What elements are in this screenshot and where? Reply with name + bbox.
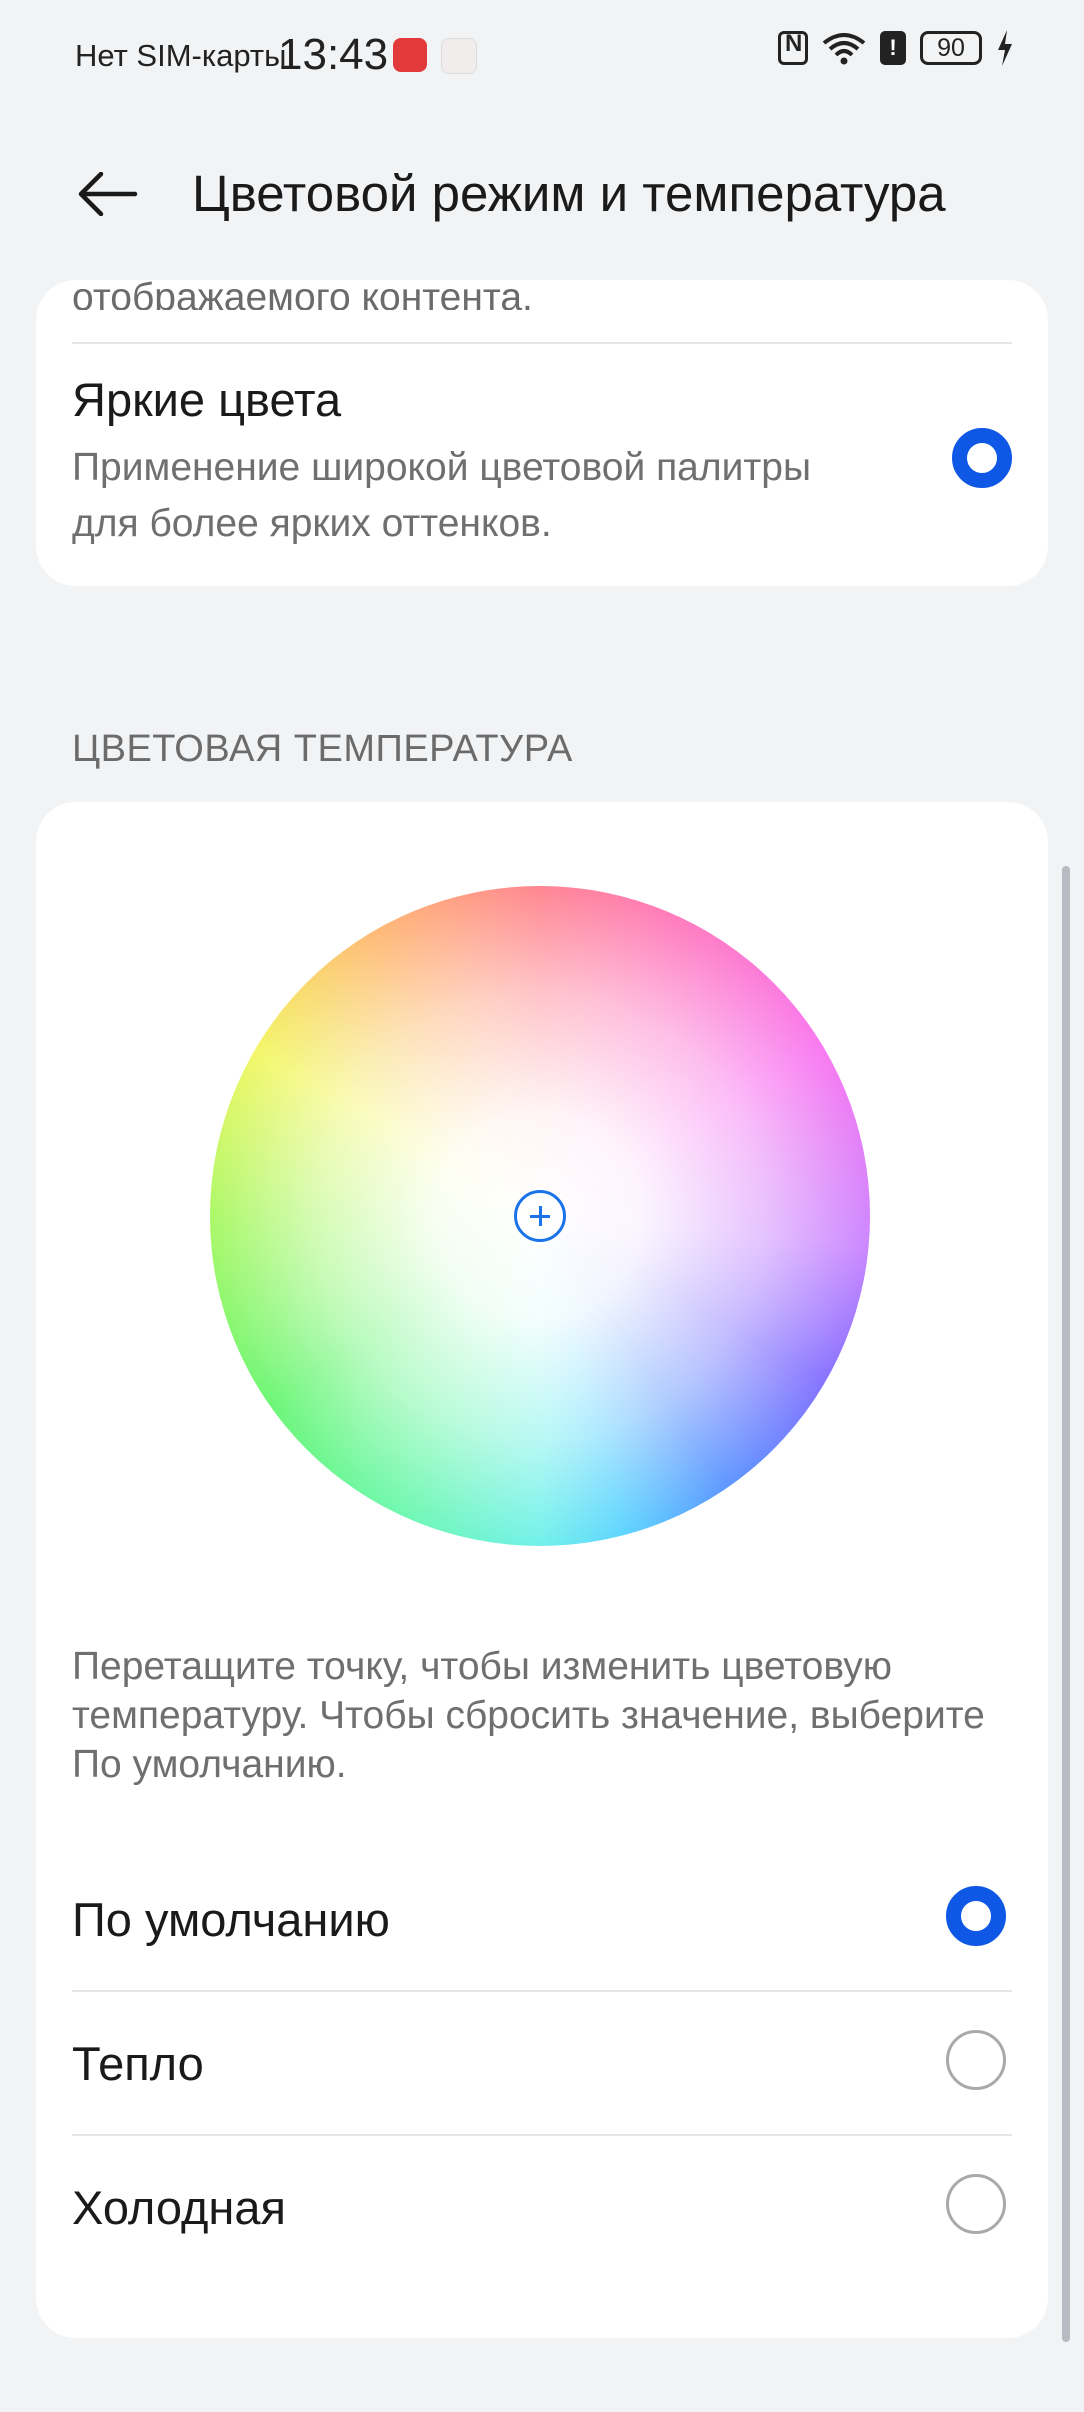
option-cold-label: Холодная (72, 2181, 286, 2234)
clock: 13:43 (278, 30, 389, 79)
option-warm-radio[interactable] (946, 2030, 1006, 2090)
alert-icon: ! (880, 31, 906, 65)
page-title: Цветовой режим и температура (192, 165, 946, 222)
option-default-label: По умолчанию (72, 1893, 390, 1946)
option-default[interactable]: По умолчанию (36, 1846, 1048, 1990)
color-wheel[interactable] (210, 886, 870, 1546)
color-mode-card: отображаемого контента. Яркие цвета Прим… (36, 280, 1048, 586)
option-default-radio[interactable] (946, 1886, 1006, 1946)
scrollbar[interactable] (1062, 866, 1070, 2342)
temperature-card: Перетащите точку, чтобы изменить цветову… (36, 802, 1048, 2338)
section-title-temperature: ЦВЕТОВАЯ ТЕМПЕРАТУРА (72, 728, 573, 770)
battery-icon: 90 (920, 31, 982, 65)
wifi-icon (822, 33, 866, 65)
nfc-icon (778, 30, 808, 65)
option-cold-radio[interactable] (946, 2174, 1006, 2234)
option-warm[interactable]: Тепло (36, 1990, 1048, 2134)
header: Цветовой режим и температура (0, 140, 1084, 250)
back-arrow-icon (78, 172, 138, 216)
status-icons: ! 90 (778, 30, 1014, 66)
option-cold[interactable]: Холодная (36, 2134, 1048, 2278)
store-app-icon (441, 38, 477, 74)
vivid-colors-description: Применение широкой цветовой палитры для … (72, 446, 812, 545)
vivid-colors-radio[interactable] (952, 428, 1012, 488)
status-bar: Нет SIM-карты 13:43 ! 90 (0, 0, 1084, 110)
vivid-colors-title: Яркие цвета (72, 373, 342, 426)
temperature-picker-handle[interactable] (514, 1190, 566, 1242)
charging-icon (998, 30, 1012, 66)
option-warm-label: Тепло (72, 2037, 204, 2090)
back-button[interactable] (62, 158, 152, 230)
truncated-description: отображаемого контента. (72, 280, 533, 310)
temperature-hint: Перетащите точку, чтобы изменить цветову… (72, 1645, 985, 1786)
divider (72, 342, 1012, 344)
huawei-app-icon (393, 38, 427, 72)
carrier-label: Нет SIM-карты (75, 38, 287, 73)
